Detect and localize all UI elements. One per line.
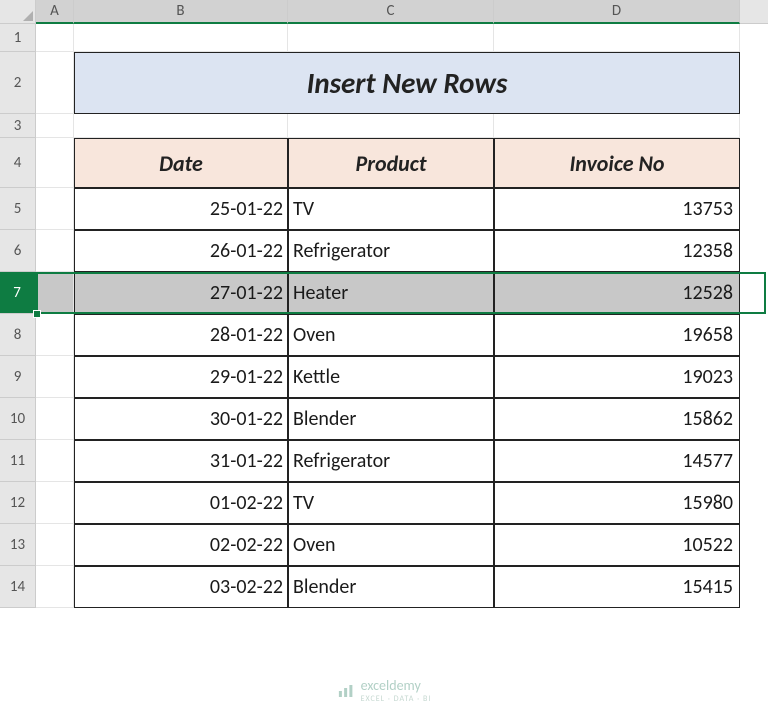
cell-a1[interactable] bbox=[36, 24, 74, 52]
watermark-text: exceldemy EXCEL · DATA · BI bbox=[361, 677, 432, 704]
cell-date[interactable]: 03-02-22 bbox=[74, 566, 288, 608]
cell-date[interactable]: 27-01-22 bbox=[74, 272, 288, 314]
col-header-b[interactable]: B bbox=[74, 0, 288, 24]
row-header-5[interactable]: 5 bbox=[0, 188, 36, 230]
spreadsheet: A B C D 1 2 Insert New Rows 3 bbox=[0, 0, 768, 712]
cell-a3[interactable] bbox=[36, 114, 74, 138]
header-product[interactable]: Product bbox=[288, 138, 494, 188]
cell-a14[interactable] bbox=[36, 566, 74, 608]
column-header-bar: A B C D bbox=[0, 0, 768, 24]
cell-date[interactable]: 26-01-22 bbox=[74, 230, 288, 272]
col-header-a[interactable]: A bbox=[36, 0, 74, 24]
row-header-10[interactable]: 10 bbox=[0, 398, 36, 440]
cell-date[interactable]: 31-01-22 bbox=[74, 440, 288, 482]
cell-a8[interactable] bbox=[36, 314, 74, 356]
cell-product[interactable]: Heater bbox=[288, 272, 494, 314]
cell-product[interactable]: Refrigerator bbox=[288, 440, 494, 482]
cell-product[interactable]: TV bbox=[288, 482, 494, 524]
table-row: 14 03-02-22 Blender 15415 bbox=[0, 566, 768, 608]
header-date[interactable]: Date bbox=[74, 138, 288, 188]
cell-date[interactable]: 30-01-22 bbox=[74, 398, 288, 440]
cell-a6[interactable] bbox=[36, 230, 74, 272]
table-row: 5 25-01-22 TV 13753 bbox=[0, 188, 768, 230]
cell-d1[interactable] bbox=[494, 24, 740, 52]
cell-product[interactable]: Oven bbox=[288, 524, 494, 566]
cell-invoice[interactable]: 13753 bbox=[494, 188, 740, 230]
row-header-8[interactable]: 8 bbox=[0, 314, 36, 356]
table-row: 6 26-01-22 Refrigerator 12358 bbox=[0, 230, 768, 272]
cell-a2[interactable] bbox=[36, 52, 74, 114]
cell-a9[interactable] bbox=[36, 356, 74, 398]
row-header-6[interactable]: 6 bbox=[0, 230, 36, 272]
cell-invoice[interactable]: 19023 bbox=[494, 356, 740, 398]
row-header-13[interactable]: 13 bbox=[0, 524, 36, 566]
cell-product[interactable]: Blender bbox=[288, 566, 494, 608]
cell-product[interactable]: Kettle bbox=[288, 356, 494, 398]
grid-body: 1 2 Insert New Rows 3 4 Date Product Inv bbox=[0, 24, 768, 608]
table-row: 10 30-01-22 Blender 15862 bbox=[0, 398, 768, 440]
cell-d3[interactable] bbox=[494, 114, 740, 138]
cell-a10[interactable] bbox=[36, 398, 74, 440]
cell-date[interactable]: 02-02-22 bbox=[74, 524, 288, 566]
cell-invoice[interactable]: 12358 bbox=[494, 230, 740, 272]
row-header-7[interactable]: 7 bbox=[0, 272, 36, 314]
table-row: 8 28-01-22 Oven 19658 bbox=[0, 314, 768, 356]
cell-invoice[interactable]: 19658 bbox=[494, 314, 740, 356]
row-2: 2 Insert New Rows bbox=[0, 52, 768, 114]
cell-invoice[interactable]: 10522 bbox=[494, 524, 740, 566]
table-row: 9 29-01-22 Kettle 19023 bbox=[0, 356, 768, 398]
cell-a13[interactable] bbox=[36, 524, 74, 566]
cell-b1[interactable] bbox=[74, 24, 288, 52]
cell-c3[interactable] bbox=[288, 114, 494, 138]
row-header-2[interactable]: 2 bbox=[0, 52, 36, 114]
select-all-corner[interactable] bbox=[0, 0, 36, 24]
chart-icon bbox=[337, 682, 355, 700]
cell-product[interactable]: Blender bbox=[288, 398, 494, 440]
col-header-d[interactable]: D bbox=[494, 0, 740, 24]
cell-product[interactable]: Refrigerator bbox=[288, 230, 494, 272]
cell-invoice[interactable]: 15980 bbox=[494, 482, 740, 524]
cell-product[interactable]: TV bbox=[288, 188, 494, 230]
cell-invoice[interactable]: 15415 bbox=[494, 566, 740, 608]
row-header-12[interactable]: 12 bbox=[0, 482, 36, 524]
watermark: exceldemy EXCEL · DATA · BI bbox=[337, 677, 432, 704]
cell-invoice[interactable]: 14577 bbox=[494, 440, 740, 482]
cell-a12[interactable] bbox=[36, 482, 74, 524]
row-header-14[interactable]: 14 bbox=[0, 566, 36, 608]
cell-a11[interactable] bbox=[36, 440, 74, 482]
col-header-c[interactable]: C bbox=[288, 0, 494, 24]
row-1: 1 bbox=[0, 24, 768, 52]
cell-a5[interactable] bbox=[36, 188, 74, 230]
row-header-11[interactable]: 11 bbox=[0, 440, 36, 482]
row-header-4[interactable]: 4 bbox=[0, 138, 36, 188]
cell-date[interactable]: 29-01-22 bbox=[74, 356, 288, 398]
cell-date[interactable]: 28-01-22 bbox=[74, 314, 288, 356]
table-row: 12 01-02-22 TV 15980 bbox=[0, 482, 768, 524]
table-row: 11 31-01-22 Refrigerator 14577 bbox=[0, 440, 768, 482]
cell-invoice[interactable]: 12528 bbox=[494, 272, 740, 314]
cell-b3[interactable] bbox=[74, 114, 288, 138]
row-header-3[interactable]: 3 bbox=[0, 114, 36, 138]
row-4: 4 Date Product Invoice No bbox=[0, 138, 768, 188]
cell-date[interactable]: 25-01-22 bbox=[74, 188, 288, 230]
cell-invoice[interactable]: 15862 bbox=[494, 398, 740, 440]
table-row: 13 02-02-22 Oven 10522 bbox=[0, 524, 768, 566]
cell-date[interactable]: 01-02-22 bbox=[74, 482, 288, 524]
title-cell[interactable]: Insert New Rows bbox=[74, 52, 740, 114]
cell-a7[interactable] bbox=[36, 272, 74, 314]
watermark-brand: exceldemy bbox=[361, 677, 421, 694]
watermark-tag: EXCEL · DATA · BI bbox=[361, 694, 432, 704]
cell-c1[interactable] bbox=[288, 24, 494, 52]
cell-a4[interactable] bbox=[36, 138, 74, 188]
header-invoice[interactable]: Invoice No bbox=[494, 138, 740, 188]
row-header-1[interactable]: 1 bbox=[0, 24, 36, 52]
row-3: 3 bbox=[0, 114, 768, 138]
table-row-selected: 7 27-01-22 Heater 12528 bbox=[0, 272, 768, 314]
row-header-9[interactable]: 9 bbox=[0, 356, 36, 398]
cell-product[interactable]: Oven bbox=[288, 314, 494, 356]
